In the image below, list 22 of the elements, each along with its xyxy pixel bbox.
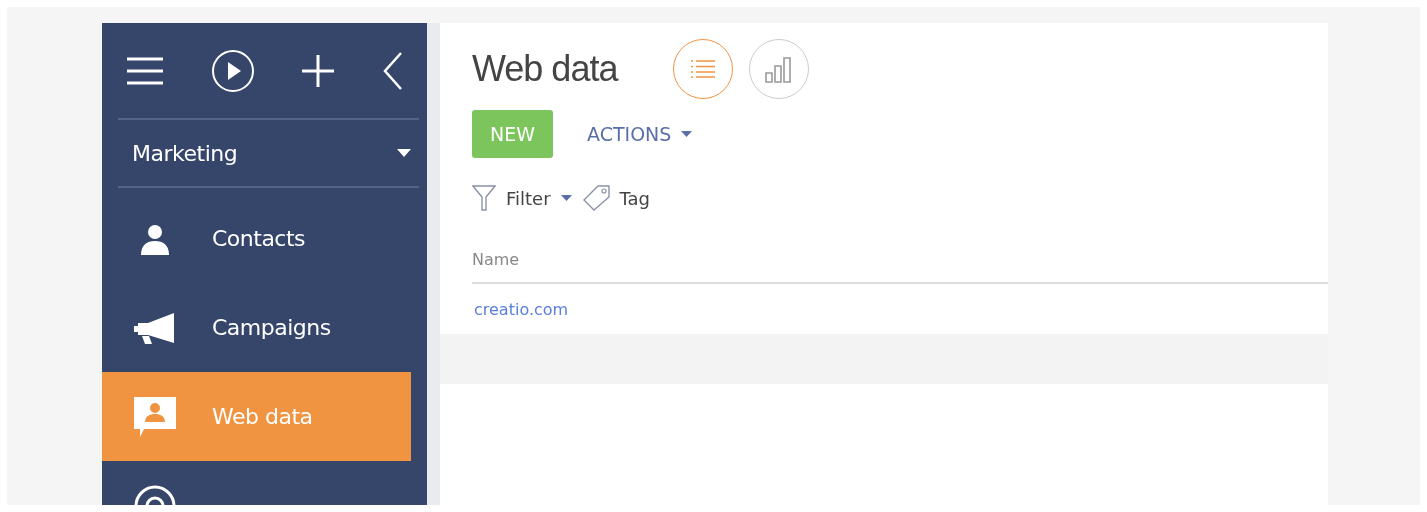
name-link[interactable]: creatio.com bbox=[472, 299, 569, 319]
bar-chart-icon bbox=[765, 55, 794, 83]
plus-icon[interactable] bbox=[301, 53, 336, 88]
sidebar-item[interactable]: Contacts bbox=[102, 194, 411, 283]
list-icon bbox=[691, 60, 716, 78]
caret-icon bbox=[681, 131, 693, 137]
section-dropdown[interactable]: Marketing bbox=[118, 118, 419, 188]
tag-button[interactable]: Tag bbox=[619, 187, 651, 209]
caret-icon bbox=[560, 195, 572, 201]
menu-icon[interactable] bbox=[126, 55, 164, 86]
actions-dropdown[interactable]: ACTIONS bbox=[587, 123, 693, 145]
filter-icon bbox=[472, 185, 496, 211]
tag-icon bbox=[581, 185, 610, 211]
collapse-chevron-icon[interactable] bbox=[382, 51, 403, 90]
chat-person-icon bbox=[134, 396, 176, 437]
filter-dropdown[interactable]: Filter bbox=[506, 187, 572, 209]
page-title: Web data bbox=[472, 48, 618, 90]
column-header[interactable]: Name bbox=[472, 249, 520, 269]
play-icon[interactable] bbox=[211, 49, 254, 92]
sidebar-item[interactable]: Campaigns bbox=[102, 283, 411, 372]
caret-icon bbox=[397, 149, 411, 157]
megaphone-icon bbox=[134, 310, 176, 345]
